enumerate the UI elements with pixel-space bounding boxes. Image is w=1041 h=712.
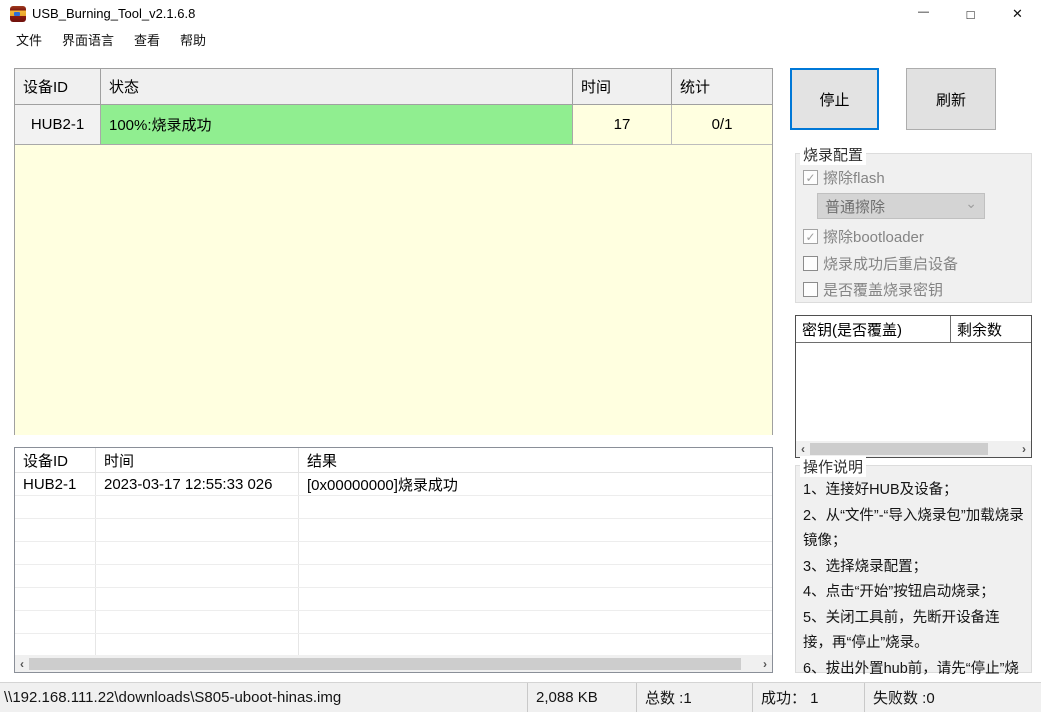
burn-stat-cell[interactable]: 0/1 [672, 105, 772, 145]
success-count-status: 成功： 1 [753, 683, 865, 712]
erase-flash-label: 擦除flash [823, 170, 885, 187]
erase-bootloader-checkbox[interactable]: ✓ 擦除bootloader [803, 226, 924, 247]
checkbox-checked-icon: ✓ [803, 170, 818, 185]
instruction-step: 4、点击“开始”按钮启动烧录； [803, 584, 995, 600]
erase-bootloader-label: 擦除bootloader [823, 229, 924, 246]
app-icon [10, 6, 26, 22]
stop-button[interactable]: 停止 [790, 68, 879, 130]
time-column-header[interactable]: 时间 [573, 69, 672, 104]
key-column-header[interactable]: 密钥(是否覆盖) [796, 316, 951, 342]
title-bar: USB_Burning_Tool_v2.1.6.8 — □ ✕ [0, 0, 1041, 28]
reboot-after-label: 烧录成功后重启设备 [823, 256, 959, 273]
remaining-column-header[interactable]: 剩余数 [951, 316, 1031, 342]
erase-flash-checkbox[interactable]: ✓ 擦除flash [803, 167, 885, 188]
maximize-icon: □ [966, 6, 975, 22]
log-empty-row [15, 611, 772, 634]
minimize-button[interactable]: — [900, 0, 947, 28]
instruction-step: 1、连接好HUB及设备； [803, 482, 958, 498]
scroll-left-icon[interactable]: ‹ [796, 441, 810, 457]
checkbox-unchecked-icon [803, 282, 818, 297]
usb-burning-tool-window: USB_Burning_Tool_v2.1.6.8 — □ ✕ 文件 界面语言 … [0, 0, 1041, 712]
erase-mode-dropdown[interactable]: 普通擦除 ⌄ [817, 193, 985, 219]
device-table-empty-area [15, 145, 772, 435]
minimize-icon: — [918, 6, 929, 18]
key-table-header: 密钥(是否覆盖) 剩余数 [796, 316, 1031, 343]
burn-time-cell[interactable]: 17 [573, 105, 672, 145]
device-id-cell[interactable]: HUB2-1 [15, 105, 101, 145]
menu-language[interactable]: 界面语言 [52, 28, 124, 51]
status-bar: \\192.168.111.22\downloads\S805-uboot-hi… [0, 682, 1041, 712]
log-result-header[interactable]: 结果 [299, 448, 772, 472]
refresh-button[interactable]: 刷新 [906, 68, 996, 130]
burn-status-cell[interactable]: 100%:烧录成功 [101, 105, 573, 145]
device-row[interactable]: HUB2-1 100%:烧录成功 17 0/1 [15, 105, 772, 145]
close-button[interactable]: ✕ [994, 0, 1041, 28]
log-table: 设备ID 时间 结果 HUB2-1 2023-03-17 12:55:33 02… [14, 447, 773, 673]
overwrite-key-label: 是否覆盖烧录密钥 [823, 282, 944, 299]
key-table: 密钥(是否覆盖) 剩余数 ‹ › [795, 315, 1032, 458]
device-status-table: 设备ID 状态 时间 统计 HUB2-1 100%:烧录成功 17 0/1 [14, 68, 773, 435]
log-time-header[interactable]: 时间 [96, 448, 299, 472]
log-empty-row [15, 496, 772, 519]
log-empty-row [15, 634, 772, 657]
log-empty-row [15, 519, 772, 542]
scroll-right-icon[interactable]: › [758, 656, 772, 672]
reboot-after-checkbox[interactable]: 烧录成功后重启设备 [803, 253, 958, 274]
window-title: USB_Burning_Tool_v2.1.6.8 [32, 6, 196, 21]
log-empty-row [15, 588, 772, 611]
status-column-header[interactable]: 状态 [101, 69, 573, 104]
log-table-hscrollbar[interactable]: ‹ › [15, 655, 772, 672]
instruction-step: 3、选择烧录配置； [803, 558, 928, 575]
checkbox-unchecked-icon [803, 256, 818, 271]
menu-view[interactable]: 查看 [124, 28, 170, 51]
log-device-id-header[interactable]: 设备ID [15, 448, 96, 472]
chevron-down-icon: ⌄ [965, 195, 977, 211]
scroll-left-icon[interactable]: ‹ [15, 656, 29, 672]
window-controls: — □ ✕ [900, 0, 1041, 28]
erase-mode-value: 普通擦除 [825, 198, 886, 216]
total-count-status: 总数 :1 [637, 683, 753, 712]
log-table-header: 设备ID 时间 结果 [15, 448, 772, 473]
failed-count-status: 失败数 :0 [873, 690, 935, 707]
instructions-text: 1、连接好HUB及设备； 2、从“文件”-“导入烧录包”加载烧录镜像； 3、选择… [796, 472, 1031, 708]
log-result-cell[interactable]: [0x00000000]烧录成功 [299, 473, 772, 495]
maximize-button[interactable]: □ [947, 0, 994, 28]
menu-help[interactable]: 帮助 [170, 28, 216, 51]
scrollbar-thumb[interactable] [29, 657, 741, 670]
scroll-right-icon[interactable]: › [1017, 441, 1031, 457]
instruction-step: 2、从“文件”-“导入烧录包”加载烧录镜像； [803, 507, 1024, 550]
log-row[interactable]: HUB2-1 2023-03-17 12:55:33 026 [0x000000… [15, 473, 772, 496]
burn-config-title: 烧录配置 [800, 144, 867, 165]
log-empty-row [15, 565, 772, 588]
image-size-status: 2,088 KB [528, 683, 637, 712]
log-empty-row [15, 542, 772, 565]
instructions-group: 操作说明 1、连接好HUB及设备； 2、从“文件”-“导入烧录包”加载烧录镜像；… [795, 456, 1032, 702]
image-path-status: \\192.168.111.22\downloads\S805-uboot-hi… [0, 683, 528, 712]
menu-file[interactable]: 文件 [6, 28, 52, 51]
close-icon: ✕ [1012, 6, 1023, 21]
device-table-header: 设备ID 状态 时间 统计 [15, 69, 772, 105]
menu-bar: 文件 界面语言 查看 帮助 [0, 28, 1041, 50]
log-device-id-cell[interactable]: HUB2-1 [15, 473, 96, 495]
log-time-cell[interactable]: 2023-03-17 12:55:33 026 [96, 473, 299, 495]
device-id-column-header[interactable]: 设备ID [15, 69, 101, 104]
key-table-hscrollbar[interactable]: ‹ › [796, 441, 1031, 457]
burn-config-group: 烧录配置 ✓ 擦除flash 普通擦除 ⌄ ✓ 擦除bootloader 烧录成… [795, 144, 1032, 303]
scrollbar-thumb[interactable] [810, 443, 988, 455]
stat-column-header[interactable]: 统计 [672, 69, 772, 104]
instruction-step: 5、关闭工具前，先断开设备连接，再“停止”烧录。 [803, 609, 1000, 652]
overwrite-key-checkbox[interactable]: 是否覆盖烧录密钥 [803, 279, 943, 300]
checkbox-checked-icon: ✓ [803, 229, 818, 244]
